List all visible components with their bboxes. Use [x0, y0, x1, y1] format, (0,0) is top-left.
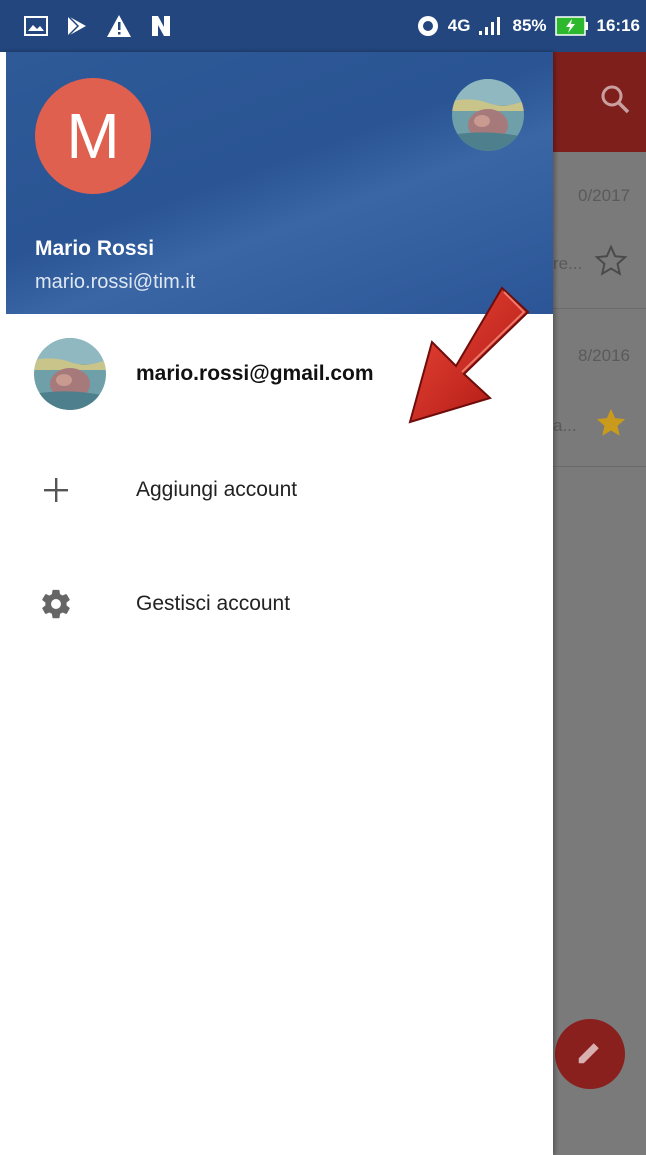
account-avatar: [34, 338, 106, 410]
account-email: mario.rossi@tim.it: [35, 271, 196, 293]
list-item[interactable]: 8/2016 a...: [553, 308, 646, 467]
signal-icon: [478, 16, 504, 36]
play-store-icon: [66, 14, 88, 38]
avatar[interactable]: M: [35, 78, 151, 194]
background-toolbar: [553, 52, 646, 152]
manage-accounts-label: Gestisci account: [136, 592, 291, 615]
network-type: 4G: [447, 16, 471, 35]
email-snippet: a...: [553, 416, 577, 435]
search-icon[interactable]: [598, 82, 632, 121]
email-date: 0/2017: [578, 186, 630, 205]
plus-icon: [34, 468, 78, 512]
status-notification-icons: [24, 0, 172, 52]
star-filled-icon[interactable]: [594, 406, 628, 445]
add-account-item[interactable]: Aggiungi account: [0, 450, 553, 530]
add-account-label: Aggiungi account: [136, 478, 298, 501]
account-item-label: mario.rossi@gmail.com: [136, 362, 374, 385]
background-mail-app: 0/2017 re... 8/2016 a...: [553, 52, 646, 1155]
account-name: Mario Rossi: [35, 237, 155, 260]
manage-accounts-item[interactable]: Gestisci account: [0, 564, 553, 644]
red-arrow-icon: [404, 282, 544, 437]
account-header[interactable]: M Mario Rossi mario.rossi@tim.it: [6, 52, 553, 314]
sync-icon: [416, 14, 440, 38]
star-outline-icon[interactable]: [594, 244, 628, 283]
navigation-drawer: M Mario Rossi mario.rossi@tim.it mario.r…: [0, 52, 553, 1155]
status-system-icons: 4G 85% 16:16: [416, 0, 640, 52]
gear-icon: [34, 582, 78, 626]
pencil-icon: [575, 1037, 605, 1072]
battery-level: 85%: [512, 16, 547, 35]
secondary-account-avatar[interactable]: [452, 79, 524, 151]
avatar-letter: M: [66, 100, 120, 172]
warning-icon: [106, 14, 132, 38]
clock: 16:16: [596, 16, 640, 35]
email-snippet: re...: [553, 254, 583, 273]
gallery-icon: [24, 16, 48, 36]
battery-charging-icon: [554, 15, 589, 37]
list-item[interactable]: 0/2017 re...: [553, 152, 646, 309]
compose-button[interactable]: [555, 1019, 625, 1089]
email-date: 8/2016: [578, 346, 630, 365]
n-app-icon: [150, 15, 172, 37]
status-bar: 4G 85% 16:16: [0, 0, 646, 52]
